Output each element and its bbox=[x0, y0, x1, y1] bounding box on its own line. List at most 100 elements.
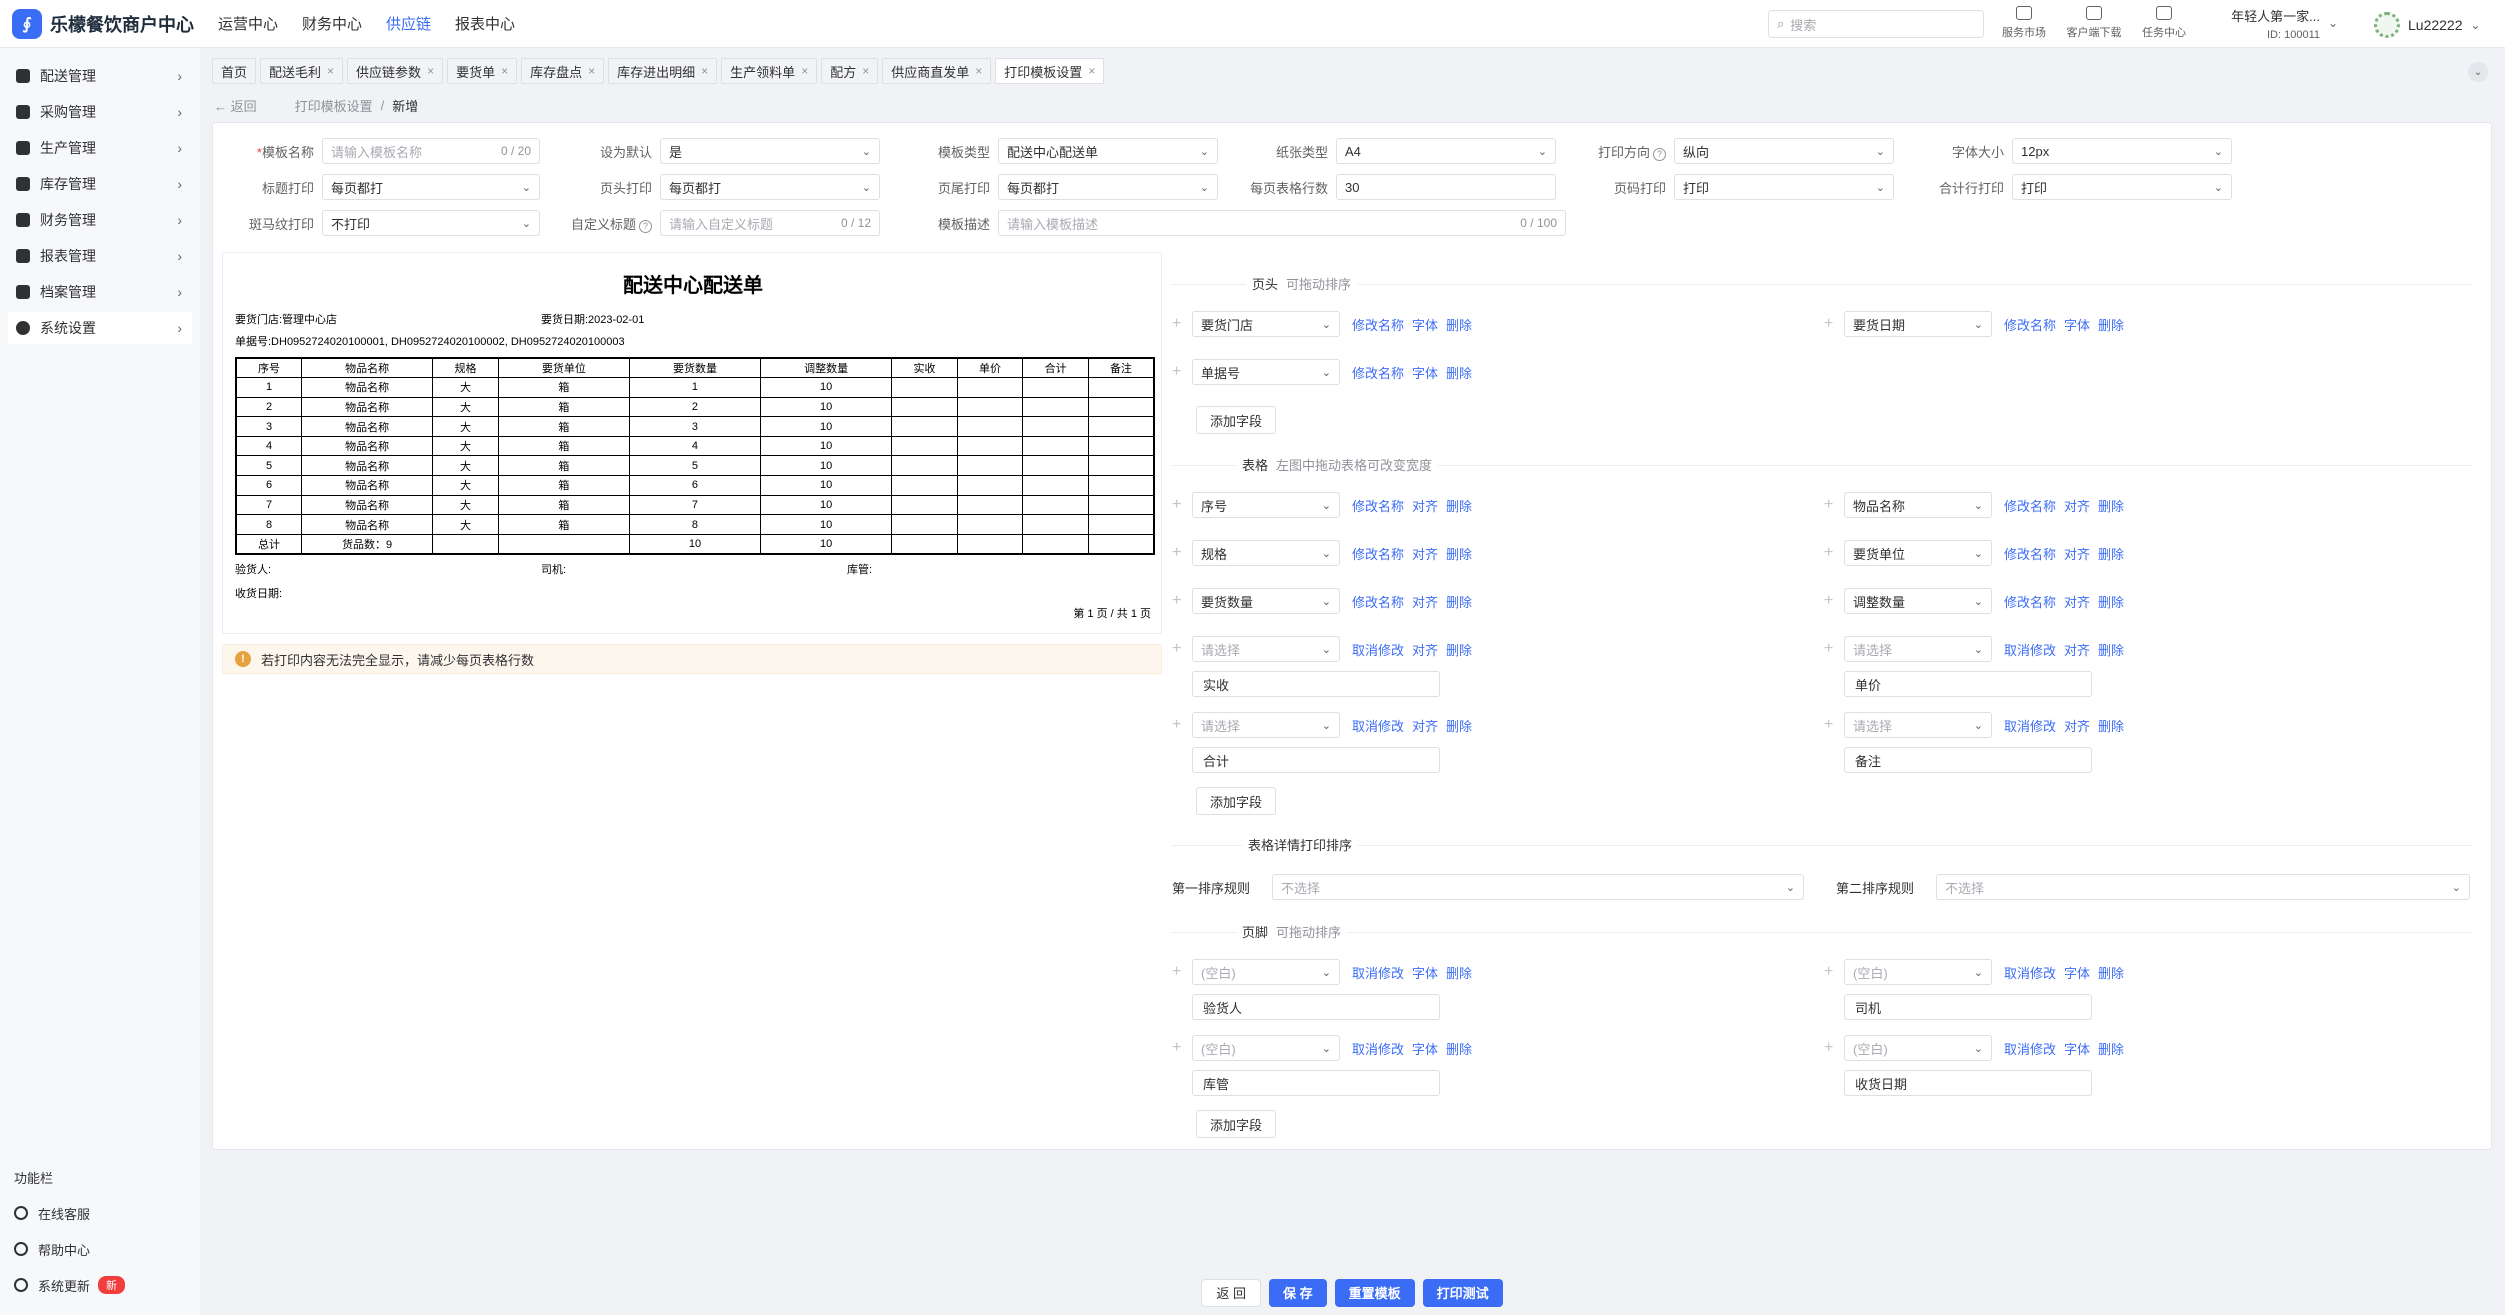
format-link[interactable]: 字体 bbox=[1412, 963, 1438, 982]
close-icon[interactable]: × bbox=[1088, 64, 1095, 78]
close-icon[interactable]: × bbox=[975, 64, 982, 78]
system-update-link[interactable]: 系统更新新 bbox=[14, 1273, 126, 1297]
custom-name-input[interactable]: 合计 bbox=[1192, 747, 1440, 773]
print-test-button[interactable]: 打印测试 bbox=[1422, 1278, 1503, 1307]
footer-print-select[interactable]: 每页都打 ⌄ bbox=[998, 174, 1218, 200]
chevron-down-icon[interactable]: ⌄ bbox=[2468, 62, 2488, 82]
topnav-report[interactable]: 报表中心 bbox=[455, 13, 515, 34]
custom-name-input[interactable]: 司机 bbox=[1844, 994, 2092, 1020]
topnav-ops[interactable]: 运营中心 bbox=[218, 13, 278, 34]
custom-name-input[interactable]: 库管 bbox=[1192, 1070, 1440, 1096]
help-icon[interactable]: ? bbox=[639, 219, 652, 233]
rename-link[interactable]: 取消修改 bbox=[2004, 640, 2056, 659]
field-select[interactable]: 序号 ⌄ bbox=[1192, 492, 1340, 518]
add-field-button[interactable]: 添加字段 bbox=[1196, 1110, 1276, 1138]
format-link[interactable]: 对齐 bbox=[2064, 496, 2090, 515]
reset-template-button[interactable]: 重置模板 bbox=[1334, 1278, 1415, 1307]
print-preview[interactable]: 配送中心配送单 要货门店:管理中心店 要货日期:2023-02-01 单据号:D… bbox=[222, 252, 1162, 634]
format-link[interactable]: 字体 bbox=[2064, 315, 2090, 334]
custom-name-input[interactable]: 实收 bbox=[1192, 671, 1440, 697]
drag-handle-icon[interactable]: + bbox=[1172, 363, 1192, 381]
format-link[interactable]: 对齐 bbox=[1412, 496, 1438, 515]
format-link[interactable]: 对齐 bbox=[1412, 592, 1438, 611]
close-icon[interactable]: × bbox=[588, 64, 595, 78]
add-field-button[interactable]: 添加字段 bbox=[1196, 787, 1276, 815]
template-type-select[interactable]: 配送中心配送单 ⌄ bbox=[998, 138, 1218, 164]
tab-supply-params[interactable]: 供应链参数 × bbox=[347, 58, 444, 84]
topnav-finance[interactable]: 财务中心 bbox=[302, 13, 362, 34]
tab-recipe[interactable]: 配方 × bbox=[821, 58, 879, 84]
delete-link[interactable]: 删除 bbox=[1446, 592, 1472, 611]
tab-requisition[interactable]: 要货单 × bbox=[447, 58, 518, 84]
field-select[interactable]: 要货日期 ⌄ bbox=[1844, 311, 1992, 337]
paper-type-select[interactable]: A4 ⌄ bbox=[1336, 138, 1556, 164]
field-select[interactable]: 规格 ⌄ bbox=[1192, 540, 1340, 566]
rename-link[interactable]: 修改名称 bbox=[1352, 315, 1404, 334]
back-link[interactable]: ← 返回 bbox=[214, 96, 257, 115]
drag-handle-icon[interactable]: + bbox=[1172, 544, 1192, 562]
drag-handle-icon[interactable]: + bbox=[1172, 496, 1192, 514]
drag-handle-icon[interactable]: + bbox=[1172, 315, 1192, 333]
rename-link[interactable]: 修改名称 bbox=[2004, 544, 2056, 563]
column-header[interactable]: 合计 bbox=[1022, 357, 1089, 379]
tab-stocktake[interactable]: 库存盘点 × bbox=[521, 58, 605, 84]
drag-handle-icon[interactable]: + bbox=[1172, 592, 1192, 610]
close-icon[interactable]: × bbox=[327, 64, 334, 78]
format-link[interactable]: 字体 bbox=[2064, 963, 2090, 982]
help-icon[interactable]: ? bbox=[1653, 147, 1666, 161]
custom-name-input[interactable]: 单价 bbox=[1844, 671, 2092, 697]
custom-name-input[interactable]: 验货人 bbox=[1192, 994, 1440, 1020]
drag-handle-icon[interactable]: + bbox=[1824, 315, 1844, 333]
save-button[interactable]: 保 存 bbox=[1268, 1278, 1327, 1307]
field-select[interactable]: 请选择 ⌄ bbox=[1844, 712, 1992, 738]
tab-stock-detail[interactable]: 库存进出明细 × bbox=[608, 58, 718, 84]
drag-handle-icon[interactable]: + bbox=[1824, 592, 1844, 610]
delete-link[interactable]: 删除 bbox=[1446, 544, 1472, 563]
custom-name-input[interactable]: 备注 bbox=[1844, 747, 2092, 773]
close-icon[interactable]: × bbox=[801, 64, 808, 78]
drag-handle-icon[interactable]: + bbox=[1172, 1039, 1192, 1057]
drag-handle-icon[interactable]: + bbox=[1824, 544, 1844, 562]
column-header[interactable]: 规格 bbox=[432, 357, 499, 379]
total-row-print-select[interactable]: 打印 ⌄ bbox=[2012, 174, 2232, 200]
topnav-supply[interactable]: 供应链 bbox=[386, 13, 431, 34]
rename-link[interactable]: 取消修改 bbox=[2004, 963, 2056, 982]
close-icon[interactable]: × bbox=[862, 64, 869, 78]
column-header[interactable]: 单价 bbox=[956, 357, 1024, 379]
field-select[interactable]: 要货门店 ⌄ bbox=[1192, 311, 1340, 337]
field-select[interactable]: (空白) ⌄ bbox=[1192, 959, 1340, 985]
format-link[interactable]: 字体 bbox=[1412, 1039, 1438, 1058]
app-logo[interactable]: ∮ 乐檬餐饮商户中心 bbox=[0, 8, 200, 39]
format-link[interactable]: 对齐 bbox=[1412, 544, 1438, 563]
rename-link[interactable]: 取消修改 bbox=[2004, 1039, 2056, 1058]
delete-link[interactable]: 删除 bbox=[1446, 1039, 1472, 1058]
rename-link[interactable]: 取消修改 bbox=[1352, 716, 1404, 735]
title-print-select[interactable]: 每页都打 ⌄ bbox=[322, 174, 540, 200]
rename-link[interactable]: 修改名称 bbox=[2004, 496, 2056, 515]
format-link[interactable]: 对齐 bbox=[1412, 640, 1438, 659]
rename-link[interactable]: 修改名称 bbox=[1352, 363, 1404, 382]
delete-link[interactable]: 删除 bbox=[2098, 496, 2124, 515]
tab-production-pick[interactable]: 生产领料单 × bbox=[721, 58, 818, 84]
sidebar-item-archive[interactable]: 档案管理 › bbox=[8, 276, 192, 308]
column-header[interactable]: 要货数量 bbox=[628, 357, 762, 379]
sidebar-item-inventory[interactable]: 库存管理 › bbox=[8, 168, 192, 200]
custom-name-input[interactable]: 收货日期 bbox=[1844, 1070, 2092, 1096]
delete-link[interactable]: 删除 bbox=[1446, 315, 1472, 334]
help-center-link[interactable]: 帮助中心 bbox=[14, 1237, 90, 1261]
delete-link[interactable]: 删除 bbox=[2098, 544, 2124, 563]
rename-link[interactable]: 修改名称 bbox=[2004, 592, 2056, 611]
drag-handle-icon[interactable]: + bbox=[1824, 963, 1844, 981]
search-input[interactable]: ⌕ 搜索 bbox=[1768, 10, 1984, 38]
online-service-link[interactable]: 在线客服 bbox=[14, 1201, 90, 1225]
delete-link[interactable]: 删除 bbox=[1446, 363, 1472, 382]
drag-handle-icon[interactable]: + bbox=[1172, 963, 1192, 981]
delete-link[interactable]: 删除 bbox=[2098, 963, 2124, 982]
format-link[interactable]: 对齐 bbox=[1412, 716, 1438, 735]
drag-handle-icon[interactable]: + bbox=[1824, 1039, 1844, 1057]
delete-link[interactable]: 删除 bbox=[1446, 716, 1472, 735]
format-link[interactable]: 字体 bbox=[1412, 315, 1438, 334]
sidebar-item-settings[interactable]: 系统设置 › bbox=[8, 312, 192, 344]
delete-link[interactable]: 删除 bbox=[1446, 640, 1472, 659]
field-select[interactable]: 单据号 ⌄ bbox=[1192, 359, 1340, 385]
